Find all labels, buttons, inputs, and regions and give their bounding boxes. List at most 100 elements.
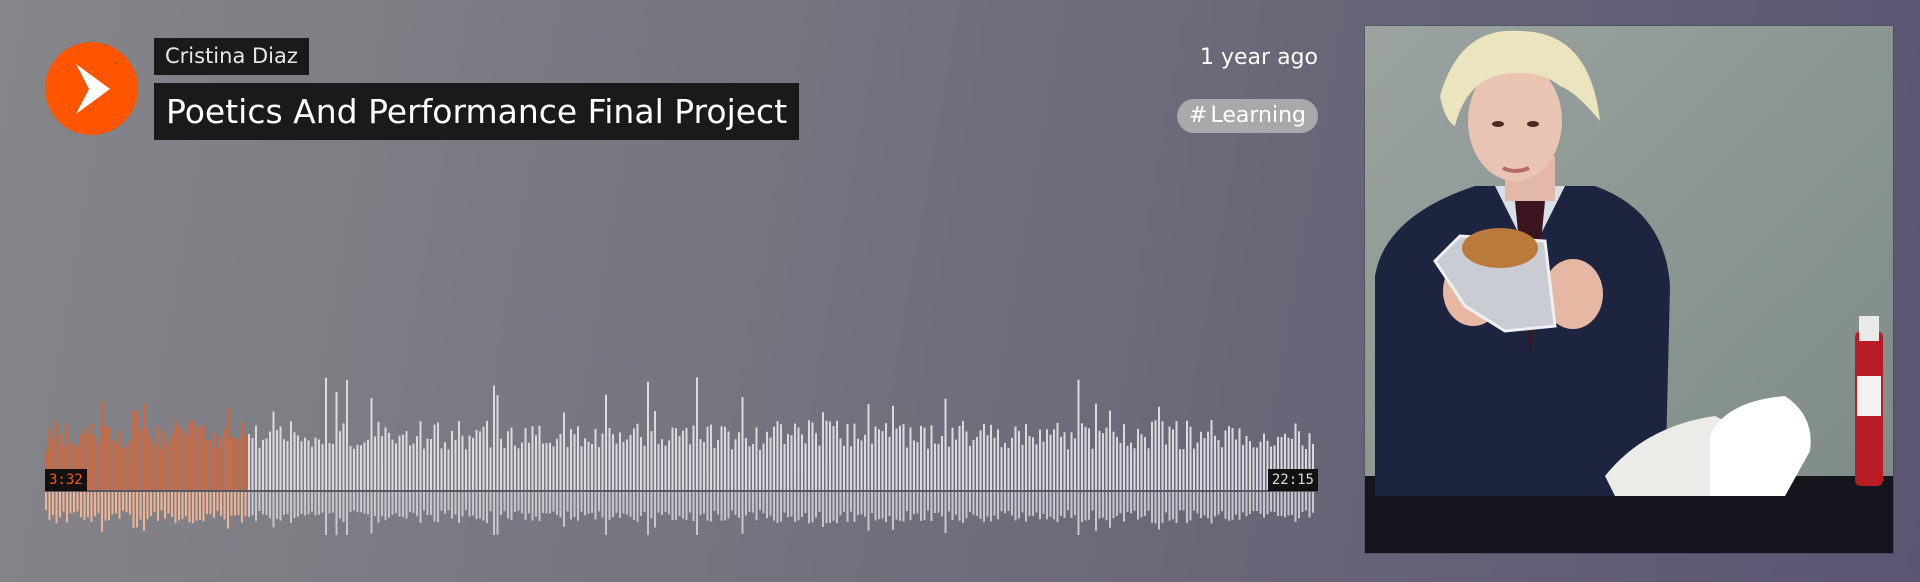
waveform-bar: [787, 434, 789, 490]
waveform-reflection-bar: [986, 492, 989, 517]
waveform-bar: [713, 448, 716, 490]
waveform-reflection-bar: [1025, 492, 1027, 522]
waveform-reflection-bar: [332, 492, 334, 513]
waveform-reflection-bar: [363, 492, 366, 514]
waveform-bar: [874, 426, 877, 490]
waveform-bar: [510, 427, 513, 490]
waveform-bar: [153, 444, 156, 490]
waveform-bar: [514, 445, 516, 490]
waveform-bar: [1252, 447, 1255, 490]
track-artwork[interactable]: [1365, 26, 1893, 553]
waveform-bar: [1126, 445, 1129, 490]
waveform-bar: [258, 447, 261, 490]
waveform-bar: [398, 435, 401, 490]
waveform-bar: [699, 439, 702, 490]
waveform-bar: [178, 426, 180, 490]
waveform-reflection-bar: [1112, 492, 1115, 519]
waveform-bar: [468, 435, 471, 490]
waveform-bar: [654, 411, 656, 490]
waveform-reflection-bar: [1280, 492, 1283, 516]
waveform-reflection-bar: [717, 492, 719, 515]
waveform-bar: [412, 443, 415, 490]
waveform-reflection-bar: [244, 492, 247, 517]
waveform-bar: [1123, 424, 1125, 490]
waveform-bar: [1046, 429, 1048, 490]
waveform-bar: [570, 429, 572, 490]
waveform-reflection-bar: [622, 492, 625, 514]
waveform-reflection-bar: [801, 492, 803, 518]
waveform-reflection-bar: [1018, 492, 1020, 519]
waveform-reflection-bar: [538, 492, 541, 521]
waveform-bar: [405, 431, 408, 490]
tag-label: Learning: [1210, 103, 1306, 128]
waveform-bar: [108, 426, 110, 490]
waveform-reflection-bar: [395, 492, 397, 513]
waveform-bar: [136, 411, 138, 490]
waveform-reflection-bar: [251, 492, 254, 516]
waveform-bar: [717, 440, 719, 490]
waveform-bar: [276, 430, 278, 490]
waveform-reflection-bar: [283, 492, 285, 515]
waveform-reflection-bar: [475, 492, 478, 519]
waveform-bar: [902, 424, 905, 490]
waveform-reflection-bar: [195, 492, 198, 521]
waveform-bar: [206, 440, 208, 490]
waveform-reflection-bar: [160, 492, 163, 511]
waveform-reflection-bar: [668, 492, 670, 515]
waveform-bar: [965, 431, 968, 490]
waveform-bar: [461, 435, 464, 490]
waveform-bar: [472, 437, 474, 490]
waveform-reflection-bar: [902, 492, 905, 522]
waveform-reflection-bar: [580, 492, 583, 512]
waveform[interactable]: [45, 375, 1318, 535]
waveform-reflection-bar: [454, 492, 457, 515]
waveform-reflection-bar: [356, 492, 359, 513]
waveform-bar: [377, 421, 380, 490]
play-button[interactable]: [45, 42, 138, 135]
waveform-reflection-bar: [489, 492, 492, 512]
waveform-reflection-bar: [447, 492, 450, 511]
artwork-image: [1365, 26, 1893, 553]
waveform-reflection-bar: [1210, 492, 1213, 524]
waveform-reflection-bar: [598, 492, 600, 512]
waveform-reflection-bar: [1119, 492, 1122, 514]
waveform-reflection-bar: [657, 492, 660, 513]
waveform-reflection-bar: [1252, 492, 1255, 512]
waveform-bar: [1151, 421, 1153, 490]
waveform-reflection-bar: [1147, 492, 1150, 511]
waveform-reflection-bar: [83, 492, 86, 520]
waveform-reflection-bar: [741, 492, 744, 534]
waveform-bar: [367, 439, 369, 490]
artist-name[interactable]: Cristina Diaz: [154, 38, 309, 75]
waveform-reflection-bar: [1259, 492, 1262, 514]
waveform-reflection-bar: [752, 492, 754, 513]
waveform-reflection-bar: [388, 492, 390, 518]
waveform-bar: [1095, 403, 1097, 490]
waveform-bar: [524, 428, 527, 490]
waveform-bar: [934, 443, 936, 490]
waveform-bar: [923, 427, 926, 490]
waveform-bar: [916, 442, 919, 490]
waveform-bar: [587, 441, 590, 490]
waveform-reflection-bar: [815, 492, 817, 518]
waveform-bar: [927, 448, 929, 490]
waveform-bar: [972, 439, 975, 490]
waveform-bar: [328, 443, 331, 490]
waveform-bar: [920, 425, 922, 490]
waveform-reflection-bar: [720, 492, 723, 521]
waveform-bar: [451, 430, 453, 490]
waveform-reflection-bar: [1270, 492, 1272, 512]
waveform-reflection-bar: [664, 492, 667, 513]
waveform-bar: [423, 448, 425, 490]
waveform-bar: [188, 422, 191, 490]
waveform-reflection-bar: [1130, 492, 1132, 514]
waveform-reflection-bar: [227, 492, 229, 529]
track-title[interactable]: Poetics And Performance Final Project: [154, 83, 800, 140]
genre-tag[interactable]: # Learning: [1177, 99, 1318, 133]
waveform-bar: [955, 439, 957, 490]
waveform-reflection-bar: [265, 492, 268, 516]
waveform-reflection-bar: [927, 492, 929, 511]
waveform-bar: [279, 426, 282, 490]
waveform-bar: [311, 446, 313, 490]
waveform-bar: [209, 440, 212, 490]
